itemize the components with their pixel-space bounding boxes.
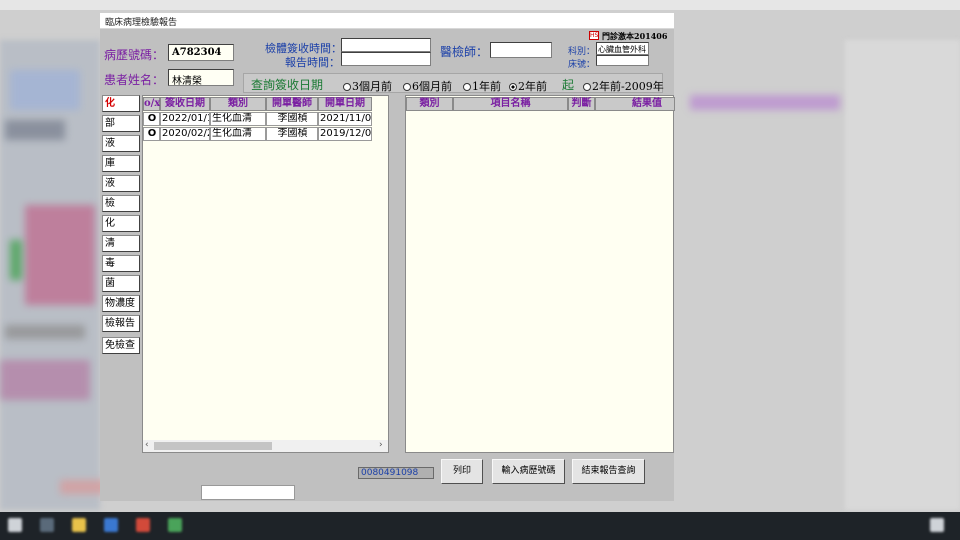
lab-report-window: 臨床病理檢驗報告 病歷號碼： A782304 患者姓名： 林清榮 檢體簽收時間：… [100, 13, 675, 501]
radio-2-years[interactable]: 2年前 [509, 78, 547, 94]
report-list-grid: o/x 簽收日期 類別 開單醫師 開單日期 O 2022/01/12 生化血清 … [142, 95, 389, 453]
background-blob [10, 70, 80, 110]
category-button[interactable]: 液 [102, 175, 140, 192]
print-button[interactable]: 列印 [441, 459, 483, 484]
background-blob [5, 120, 65, 140]
radio-label: 2年前 [518, 80, 547, 93]
background-blob [10, 240, 22, 280]
category-button[interactable]: 毒 [102, 255, 140, 272]
query-date-panel: 查詢簽收日期 3個月前 6個月前 1年前 2年前 起 2年前-2009年 [243, 73, 664, 94]
column-header[interactable]: 結果值 [595, 97, 675, 111]
taskbar-app-icon[interactable] [104, 518, 118, 532]
category-button[interactable]: 液 [102, 135, 140, 152]
radio-label: 2年前-2009年 [592, 80, 664, 93]
query-title: 查詢簽收日期 [251, 78, 324, 92]
dept-field[interactable]: 心臟血管外科 [596, 42, 649, 55]
table-cell: O [143, 127, 160, 141]
scroll-left-icon[interactable]: ‹ [145, 440, 149, 450]
category-button[interactable]: 物濃度 [102, 295, 140, 312]
category-button[interactable]: 檢 [102, 195, 140, 212]
radio-6-months[interactable]: 6個月前 [403, 78, 452, 94]
window-titlebar: 臨床病理檢驗報告 [100, 13, 674, 29]
bed-label: 床號： [568, 60, 596, 70]
table-cell: 李國楨 [266, 127, 318, 141]
background-blob [25, 205, 95, 305]
radio-dot [463, 83, 471, 91]
category-button[interactable]: 檢報告 [102, 315, 140, 332]
column-header[interactable]: 項目名稱 [453, 97, 568, 111]
chart-no-label: 病歷號碼： [104, 48, 165, 62]
radio-label: 6個月前 [412, 80, 452, 93]
window-title: 臨床病理檢驗報告 [105, 18, 178, 28]
technician-label: 醫檢師： [440, 45, 489, 59]
background-titlebar [0, 0, 960, 10]
radio-dot [583, 83, 591, 91]
radio-dot [343, 83, 351, 91]
column-header[interactable]: 簽收日期 [160, 97, 210, 111]
start-icon[interactable] [8, 518, 22, 532]
taskbar-app-icon[interactable] [168, 518, 182, 532]
notification-icon[interactable] [930, 518, 944, 532]
table-cell: 生化血清 [210, 127, 266, 141]
horizontal-scrollbar[interactable]: ‹ › [143, 440, 388, 452]
end-report-query-button[interactable]: 結束報告查詢 [572, 459, 645, 484]
chart-no-field[interactable]: A782304 [168, 44, 234, 61]
taskbar-app-icon[interactable] [40, 518, 54, 532]
input-chart-number-button[interactable]: 輸入病歷號碼 [492, 459, 565, 484]
category-button[interactable]: 菌 [102, 275, 140, 292]
report-time-field[interactable] [341, 52, 431, 66]
bottom-input-field[interactable] [201, 485, 295, 500]
radio-2-years-2009[interactable]: 2年前-2009年 [583, 78, 664, 94]
column-header[interactable]: 類別 [210, 97, 266, 111]
table-cell: 2021/11/02 [318, 112, 372, 126]
category-button[interactable]: 庫 [102, 155, 140, 172]
table-cell: O [143, 112, 160, 126]
table-cell: 2019/12/03 [318, 127, 372, 141]
status-field: 0080491098 [358, 467, 434, 479]
category-button[interactable]: 免檢查 [102, 337, 140, 354]
column-header[interactable]: o/x [143, 97, 160, 111]
bed-field[interactable] [596, 55, 649, 66]
hs-badge: HS [589, 31, 599, 40]
result-grid: 類別 項目名稱 判斷 結果值 [405, 95, 675, 453]
scrollbar-thumb[interactable] [154, 442, 272, 450]
radio-label: 1年前 [472, 80, 501, 93]
taskbar-app-icon[interactable] [136, 518, 150, 532]
column-header[interactable]: 開單日期 [318, 97, 372, 111]
folder-icon[interactable] [72, 518, 86, 532]
category-button[interactable]: 化 [102, 215, 140, 232]
category-button[interactable]: 清 [102, 235, 140, 252]
category-button[interactable]: 化 [102, 95, 140, 112]
background-blob [0, 360, 90, 400]
receive-time-field[interactable] [341, 38, 431, 52]
query-from-label: 起 [562, 78, 575, 92]
dept-label: 科別： [568, 47, 596, 57]
radio-dot-selected [509, 83, 517, 91]
table-cell: 2022/01/12 [160, 112, 210, 126]
technician-field[interactable] [490, 42, 552, 58]
version-text: 門診激本201406 [602, 31, 668, 41]
table-cell: 李國楨 [266, 112, 318, 126]
category-button[interactable]: 部 [102, 115, 140, 132]
radio-1-year[interactable]: 1年前 [463, 78, 501, 94]
radio-label: 3個月前 [352, 80, 392, 93]
column-header[interactable]: 開單醫師 [266, 97, 318, 111]
column-header[interactable]: 判斷 [568, 97, 595, 111]
radio-3-months[interactable]: 3個月前 [343, 78, 392, 94]
background-blob [5, 325, 85, 339]
report-time-label: 報告時間： [285, 56, 340, 69]
table-cell: 2020/02/21 [160, 127, 210, 141]
background-blob [690, 95, 840, 110]
scroll-right-icon[interactable]: › [379, 440, 383, 450]
table-cell: 生化血清 [210, 112, 266, 126]
column-header[interactable]: 類別 [406, 97, 453, 111]
background-right-panel [845, 40, 960, 510]
radio-dot [403, 83, 411, 91]
patient-name-label: 患者姓名： [104, 73, 165, 87]
patient-name-field[interactable]: 林清榮 [168, 69, 234, 86]
